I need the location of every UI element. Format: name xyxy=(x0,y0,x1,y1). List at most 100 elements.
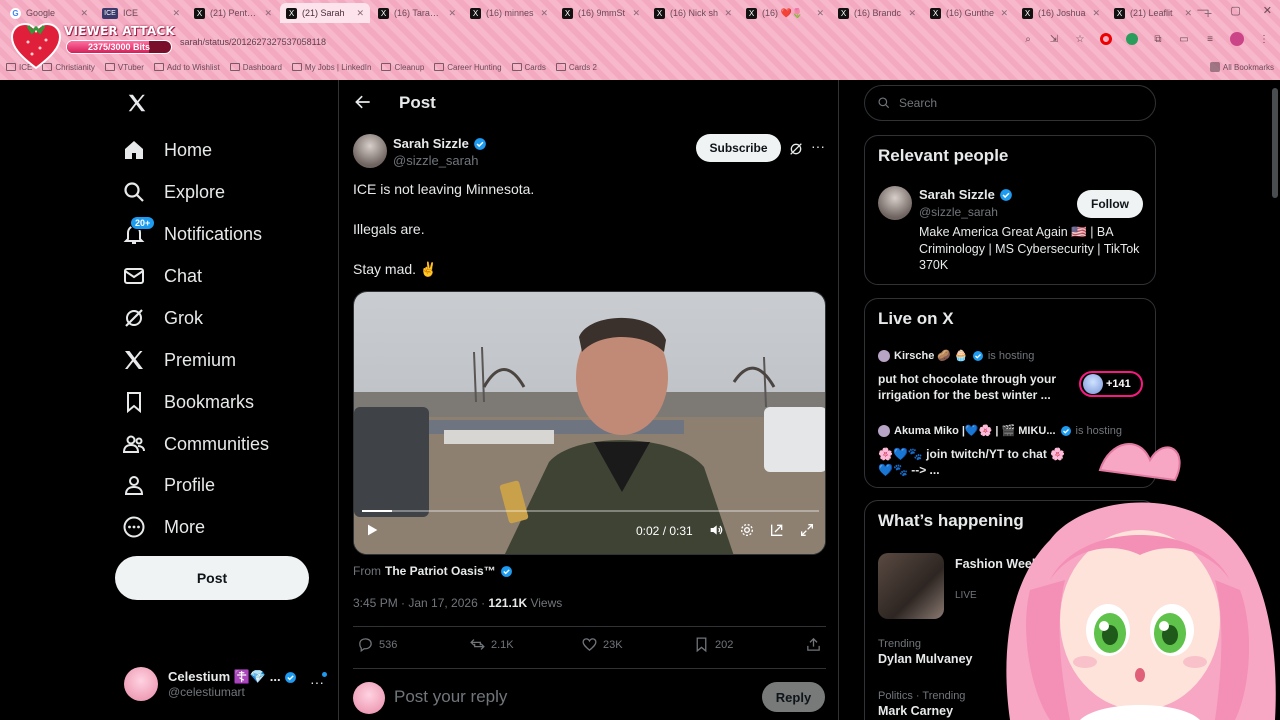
tab-favicon-icon: X xyxy=(194,7,205,19)
nav-item-grok[interactable]: Grok xyxy=(122,299,203,337)
tab-close-icon[interactable]: ✕ xyxy=(908,8,916,19)
nav-item-explore[interactable]: Explore xyxy=(122,173,225,211)
extension-icon[interactable] xyxy=(1126,33,1138,45)
tab-close-icon[interactable]: ✕ xyxy=(540,8,548,19)
account-more-icon[interactable]: ··· xyxy=(310,672,327,690)
post-timestamp[interactable]: 3:45 PM · Jan 17, 2026 · xyxy=(353,596,488,610)
picture-in-picture-icon[interactable] xyxy=(769,522,785,538)
page: G Google ✕ ICE ICE ✕ X (21) Pentago ✕ X (21) Sarah… xyxy=(0,0,1280,720)
fullscreen-icon[interactable] xyxy=(799,522,815,538)
browser-tab[interactable]: X (16) Nick sh ✕ xyxy=(648,3,738,23)
trend-item[interactable]: Trending Dylan Mulvaney xyxy=(878,638,972,666)
browser-tab[interactable]: X (21) Pentago ✕ xyxy=(188,3,278,23)
nav-item-bookmarks[interactable]: Bookmarks xyxy=(122,383,254,421)
bookmark-item[interactable]: Career Hunting xyxy=(434,63,502,72)
author-avatar[interactable] xyxy=(353,134,387,168)
browser-tab[interactable]: X (16) minnes ✕ xyxy=(464,3,554,23)
tab-close-icon[interactable]: ✕ xyxy=(1184,8,1192,19)
bookmark-action[interactable]: 202 xyxy=(693,636,733,653)
star-icon[interactable]: ☆ xyxy=(1074,33,1086,45)
share-action[interactable] xyxy=(805,636,822,653)
browser-tab[interactable]: X (16) Gunthe ✕ xyxy=(924,3,1014,23)
subscribe-button[interactable]: Subscribe xyxy=(696,134,781,162)
nav-item-label: Communities xyxy=(164,433,270,454)
extensions-puzzle-icon[interactable]: ⧉ xyxy=(1152,33,1164,45)
browser-tab[interactable]: X (16) ❤️🌷 ✕ xyxy=(740,3,830,23)
bookmark-item[interactable]: Cards xyxy=(511,63,546,72)
opera-icon[interactable] xyxy=(1100,33,1112,45)
settings-gear-icon[interactable] xyxy=(739,522,755,538)
zoom-icon[interactable]: ⌕ xyxy=(1022,33,1034,45)
tab-close-icon[interactable]: ✕ xyxy=(80,8,88,19)
tab-close-icon[interactable]: ✕ xyxy=(264,8,272,19)
tab-close-icon[interactable]: ✕ xyxy=(816,8,824,19)
install-icon[interactable]: ⇲ xyxy=(1048,33,1060,45)
tab-close-icon[interactable]: ✕ xyxy=(356,8,364,19)
search-input[interactable]: Search xyxy=(864,85,1156,121)
tab-close-icon[interactable]: ✕ xyxy=(448,8,456,19)
reply-action[interactable]: 536 xyxy=(357,636,397,653)
maximize-icon[interactable]: ▢ xyxy=(1230,4,1240,17)
bookmark-item[interactable]: Dashboard xyxy=(229,63,282,72)
video-progress-bar[interactable] xyxy=(362,510,819,512)
bookmark-label: Cleanup xyxy=(394,62,425,72)
media-icon[interactable]: ≡ xyxy=(1204,33,1216,45)
address-bar[interactable]: sarah/status/2012627327537058118 xyxy=(150,30,1070,54)
minimize-icon[interactable]: — xyxy=(1197,4,1208,17)
like-action[interactable]: 23K xyxy=(581,636,623,653)
author-name[interactable]: Sarah Sizzle xyxy=(393,136,487,151)
news-thumbnail[interactable] xyxy=(878,553,944,619)
bookmark-item[interactable]: Cards 2 xyxy=(555,63,597,72)
reply-input[interactable]: Post your reply xyxy=(394,687,507,707)
post-button[interactable]: Post xyxy=(115,556,309,600)
nav-item-more[interactable]: More xyxy=(122,508,205,546)
tab-close-icon[interactable]: ✕ xyxy=(632,8,640,19)
browser-tab[interactable]: X (21) Leaflit ✕ xyxy=(1108,3,1198,23)
post-more-icon[interactable]: ··· xyxy=(811,138,825,154)
relevant-avatar[interactable] xyxy=(878,186,912,220)
from-source-link[interactable]: The Patriot Oasis™ xyxy=(385,564,496,578)
x-logo-icon[interactable] xyxy=(126,92,148,114)
play-icon[interactable] xyxy=(364,522,380,538)
bookmark-item[interactable]: Cleanup xyxy=(381,63,424,72)
back-arrow-icon[interactable] xyxy=(353,92,373,112)
tab-close-icon[interactable]: ✕ xyxy=(724,8,732,19)
video-player[interactable]: 0:02 / 0:31 xyxy=(353,291,826,555)
live-space-title[interactable]: put hot chocolate through your irrigatio… xyxy=(878,371,1078,403)
browser-tab[interactable]: X (16) Brandc ✕ xyxy=(832,3,922,23)
browser-tab[interactable]: X (16) TaraBull ✕ xyxy=(372,3,462,23)
nav-item-home[interactable]: Home xyxy=(122,131,212,169)
reply-button[interactable]: Reply xyxy=(762,682,825,712)
trend-item[interactable]: Politics · Trending Mark Carney xyxy=(878,690,965,718)
nav-item-chat[interactable]: Chat xyxy=(122,257,202,295)
browser-tab[interactable]: X (21) Sarah ✕ xyxy=(280,3,370,23)
browser-tab[interactable]: X (16) Joshua ✕ xyxy=(1016,3,1106,23)
nav-item-profile[interactable]: Profile xyxy=(122,466,215,504)
tab-close-icon[interactable]: ✕ xyxy=(1000,8,1008,19)
volume-icon[interactable] xyxy=(708,522,724,538)
nav-item-label: Grok xyxy=(164,307,204,328)
folder-icon xyxy=(229,63,240,71)
account-switcher[interactable]: Celestium ☦️💎 ... @celestiumart ··· xyxy=(124,664,334,704)
author-handle[interactable]: @sizzle_sarah xyxy=(393,153,478,168)
post-actions: 536 2.1K 23K 202 xyxy=(353,636,828,658)
bookmark-item[interactable]: My Jobs | LinkedIn xyxy=(291,63,371,72)
tab-close-icon[interactable]: ✕ xyxy=(172,8,180,19)
profile-avatar-icon[interactable] xyxy=(1230,32,1244,46)
close-icon[interactable]: ✕ xyxy=(1263,4,1272,17)
sidebar-icon[interactable]: ▭ xyxy=(1178,33,1190,45)
live-listener-pill[interactable]: +141 xyxy=(1079,371,1143,397)
all-bookmarks[interactable]: All Bookmarks xyxy=(1209,58,1274,76)
browser-tab[interactable]: X (16) 9mmSt ✕ xyxy=(556,3,646,23)
menu-icon[interactable]: ⋮ xyxy=(1258,33,1270,45)
relevant-name[interactable]: Sarah Sizzle xyxy=(919,187,1013,202)
follow-button[interactable]: Follow xyxy=(1077,190,1143,218)
scrollbar-thumb[interactable] xyxy=(1272,88,1278,198)
tab-close-icon[interactable]: ✕ xyxy=(1092,8,1100,19)
grok-icon[interactable] xyxy=(788,141,804,157)
nav-item-communities[interactable]: Communities xyxy=(122,425,269,463)
nav-item-notifications[interactable]: 20+ Notifications xyxy=(122,215,262,253)
nav-item-premium[interactable]: Premium xyxy=(122,341,236,379)
repost-action[interactable]: 2.1K xyxy=(469,636,514,653)
tab-favicon-icon: X xyxy=(746,7,757,19)
